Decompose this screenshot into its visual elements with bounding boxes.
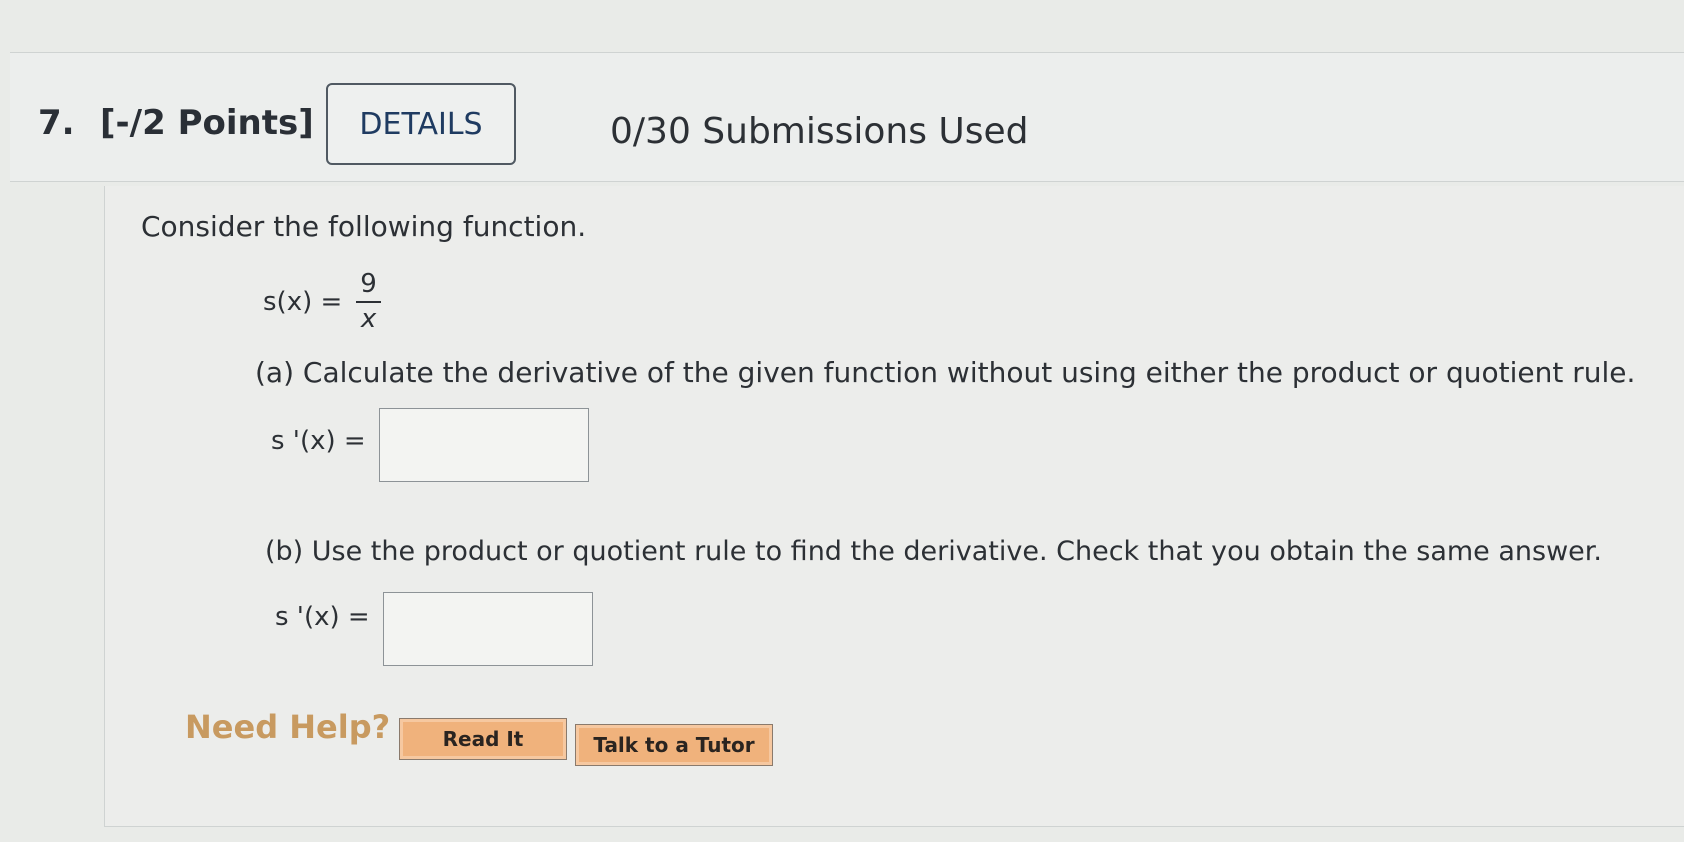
part-b-answer-input[interactable]: [383, 592, 593, 666]
talk-to-tutor-button[interactable]: Talk to a Tutor: [575, 724, 773, 766]
read-it-button[interactable]: Read It: [399, 718, 567, 760]
question-header: 7. [-/2 Points] DETAILS 0/30 Submissions…: [10, 52, 1684, 182]
submissions-count: 0/30 Submissions Used: [610, 111, 1029, 152]
function-lhs: s(x) =: [263, 286, 343, 317]
details-button[interactable]: DETAILS: [326, 83, 516, 165]
fraction-denominator: x: [360, 303, 377, 334]
question-prompt: Consider the following function.: [141, 210, 587, 243]
question-number: 7.: [38, 103, 75, 143]
part-b-text: (b) Use the product or quotient rule to …: [265, 536, 1602, 567]
part-a-label: s '(x) =: [271, 426, 366, 456]
need-help-label: Need Help?: [185, 708, 391, 746]
part-a-text: (a) Calculate the derivative of the give…: [255, 356, 1636, 389]
part-b-label: s '(x) =: [275, 602, 370, 632]
function-fraction: 9 x: [356, 270, 381, 333]
question-body: Consider the following function. s(x) = …: [104, 186, 1684, 827]
part-a-answer-input[interactable]: [379, 408, 589, 482]
fraction-numerator: 9: [356, 270, 381, 303]
points-label: [-/2 Points]: [100, 103, 314, 143]
function-definition: s(x) = 9 x: [263, 270, 381, 333]
